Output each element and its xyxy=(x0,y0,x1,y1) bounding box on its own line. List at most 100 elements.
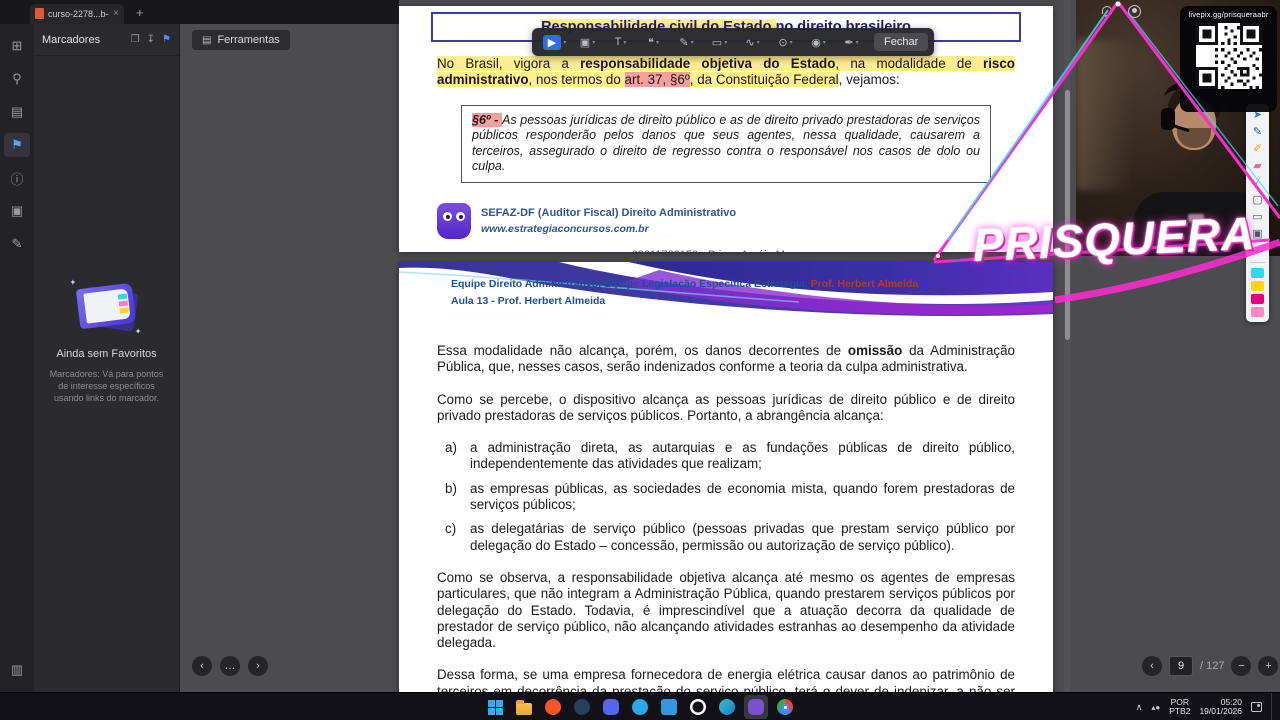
notification-center-button[interactable] xyxy=(1251,702,1262,712)
ruler-tool[interactable]: ∕ xyxy=(1257,177,1259,189)
chevron-down-icon: ▾ xyxy=(756,39,760,46)
text-segment: Prof. Herbert Almeida xyxy=(810,278,919,290)
whiteboard-tool[interactable]: ▣ xyxy=(1252,228,1262,240)
taskbar-file-explorer[interactable] xyxy=(512,695,536,719)
pen-tool[interactable]: ✎ ▾ xyxy=(670,31,703,53)
new-tab-button[interactable]: + xyxy=(136,5,144,20)
language-indicator[interactable]: POR PTB2 xyxy=(1169,697,1191,717)
list-item-label: a) xyxy=(445,440,457,456)
attachment-tool[interactable]: ⊙ ▾ xyxy=(769,31,802,53)
brand-block: SEFAZ-DF (Auditor Fiscal) Direito Admini… xyxy=(437,202,1015,239)
tray-icon-2[interactable]: ● xyxy=(1155,703,1160,712)
notifications-bell-icon[interactable] xyxy=(1100,6,1114,18)
taskbar-telegram-icon xyxy=(632,699,648,715)
measure-tool[interactable]: ∿ ▾ xyxy=(736,31,769,53)
taskbar-obs[interactable] xyxy=(686,695,710,719)
color-swatch[interactable] xyxy=(1251,307,1264,317)
toolbar-tools: ▶ ▾ ▣ ▾ T ▾ ❝ ▾ ✎ ▾ ▭ ▾ ∿ ▾ ⊙ ▾ ◉ ▾ ✒ ▾ xyxy=(538,31,868,53)
paragraph-1: Essa modalidade não alcança, porém, os d… xyxy=(437,343,1015,376)
collapse-pager-button[interactable]: ‹ xyxy=(1142,656,1162,676)
taskbar-telegram[interactable] xyxy=(628,695,652,719)
screen-draw-tool[interactable]: ▭ xyxy=(1252,211,1262,223)
tab-close-icon[interactable]: × xyxy=(113,8,119,19)
color-swatch[interactable] xyxy=(1251,281,1264,291)
library-icon[interactable]: ▥ xyxy=(4,658,30,682)
close-toolbar-button[interactable]: Fechar xyxy=(874,33,929,51)
panel-expand-icon[interactable]: ❐ xyxy=(131,34,140,45)
taskbar-brave[interactable] xyxy=(541,695,565,719)
shapes-tool[interactable]: ▭ ▾ xyxy=(703,31,736,53)
tray-icons: ▴● xyxy=(1151,703,1160,712)
taskbar-brave-icon xyxy=(545,699,561,715)
apps-grid-icon[interactable]: ⊞ xyxy=(4,34,30,58)
search-icon[interactable]: ⚲ xyxy=(4,67,30,91)
text-segment: As pessoas jurídicas de direito público … xyxy=(472,112,980,174)
pdf-file-icon xyxy=(35,8,44,19)
more-button[interactable]: … xyxy=(220,656,240,676)
taskbar-discord-icon xyxy=(603,699,619,715)
pan-tool[interactable]: ▶ ▾ xyxy=(538,31,571,53)
pin-bookmark-icon[interactable]: ⚑ xyxy=(162,34,171,45)
chevron-down-icon: ▾ xyxy=(690,39,694,46)
paragraph-4: Dessa forma, se uma empresa fornecedora … xyxy=(437,667,1015,692)
more-tools[interactable]: ⋯ xyxy=(1252,245,1263,257)
vertical-scrollbar[interactable] xyxy=(1064,0,1071,692)
color-swatch[interactable] xyxy=(1251,268,1264,278)
tray-chevron-icon[interactable]: ∧ xyxy=(1136,702,1143,713)
list-item-text: a administração direta, as autarquias e … xyxy=(470,440,1015,472)
taskbar-steam[interactable] xyxy=(570,695,594,719)
attachments-icon[interactable]: ▣ xyxy=(4,199,30,223)
shapes-tool[interactable]: ▢ xyxy=(1252,194,1262,206)
text-tool[interactable]: T ▾ xyxy=(604,31,637,53)
account-avatar[interactable] xyxy=(1128,5,1141,18)
pen-tool[interactable]: ✎ xyxy=(1253,126,1262,138)
text-segment: Aula 13 - Prof. Herbert Almeida xyxy=(451,295,606,307)
document-tab[interactable]: curso-2278...b-completo × xyxy=(30,3,124,24)
annotate-icon[interactable]: ✎ xyxy=(4,232,30,256)
snapshot-tool[interactable]: ▣ ▾ xyxy=(571,31,604,53)
forward-button[interactable]: › xyxy=(248,656,268,676)
tools-panel-chip[interactable]: ▤ Ferramentas xyxy=(192,30,290,50)
language-line-2: PTB2 xyxy=(1169,706,1191,716)
bookmarks-sidebar: Marcadores ❐ ↧ ⚑ ✦ ✦ Ainda sem Favoritos M… xyxy=(34,24,180,692)
start-button[interactable] xyxy=(483,695,507,719)
chevron-down-icon: ▾ xyxy=(789,39,793,46)
scrollbar-thumb[interactable] xyxy=(1065,90,1070,340)
taskbar-vscode[interactable] xyxy=(657,695,681,719)
pages-icon[interactable]: ▤ xyxy=(4,100,30,124)
page-number-input[interactable]: 9 xyxy=(1169,656,1193,676)
list-item-label: b) xyxy=(445,480,457,496)
screen-annotation-strip: ➤ ✎ ✐ ▰ ∕ ▢ ▭ ▣ ⋯ xyxy=(1246,104,1269,322)
paragraph-3: Como se observa, a responsabilidade obje… xyxy=(437,569,1015,651)
bookmarks-title: Marcadores xyxy=(42,33,101,46)
taskbar-steam-icon xyxy=(574,699,590,715)
pan-tool-icon: ▶ xyxy=(542,34,562,50)
show-desktop-button[interactable] xyxy=(1271,693,1274,720)
taskbar-discord[interactable] xyxy=(599,695,623,719)
constitution-quote-box: §6º - As pessoas jurídicas de direito pú… xyxy=(461,104,991,183)
comment-tool-icon: ❝ xyxy=(648,36,654,49)
info-icon[interactable]: ⓘ xyxy=(4,166,30,190)
signature-tool[interactable]: ✒ ▾ xyxy=(835,31,868,53)
document-icon: ▤ xyxy=(202,34,212,46)
bookmarks-icon[interactable]: ⚑ xyxy=(4,133,30,157)
signature-tool-icon: ✒ xyxy=(844,36,854,49)
eraser-tool[interactable]: ▰ xyxy=(1253,160,1261,172)
zoom-out-button[interactable]: − xyxy=(1231,656,1252,676)
zoom-in-button[interactable]: + xyxy=(1258,656,1279,676)
comment-tool[interactable]: ❝ ▾ xyxy=(637,31,670,53)
stamp-tool[interactable]: ◉ ▾ xyxy=(802,31,835,53)
donation-panel: livepix.gg/prisqueraabr xyxy=(1180,6,1277,112)
back-button[interactable]: ‹ xyxy=(192,656,212,676)
taskbar-pdf-reader[interactable] xyxy=(744,695,768,719)
import-icon[interactable]: ↧ xyxy=(147,34,155,45)
header-line-2: Aula 13 - Prof. Herbert Almeida xyxy=(451,295,918,307)
windows-logo xyxy=(487,699,503,715)
text-segment: , na modalidade de xyxy=(835,56,983,71)
taskbar-edge[interactable] xyxy=(715,695,739,719)
color-swatch[interactable] xyxy=(1251,294,1264,304)
taskbar-clock[interactable]: 05:20 19/01/2026 xyxy=(1199,697,1242,717)
highlighter-tool[interactable]: ✐ xyxy=(1253,143,1262,155)
taskbar-chrome[interactable] xyxy=(773,695,797,719)
empty-favorites-state: ✦ ✦ Ainda sem Favoritos Marcadores: Vá p… xyxy=(34,278,179,404)
